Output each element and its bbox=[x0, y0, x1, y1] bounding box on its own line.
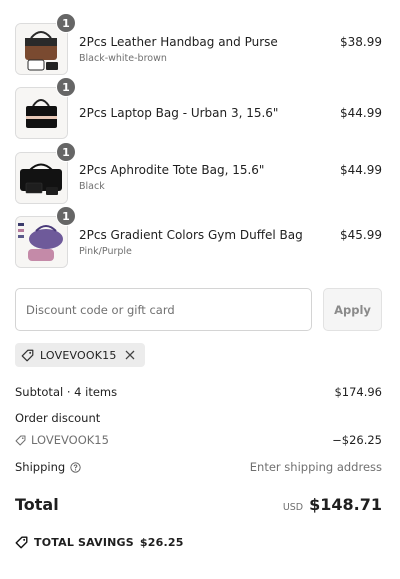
product-thumbnail: 1 bbox=[15, 13, 76, 75]
product-thumbnail: 1 bbox=[15, 206, 76, 268]
item-price: $38.99 bbox=[340, 35, 382, 49]
total-row: Total USD $148.71 bbox=[15, 495, 382, 514]
subtotal-label: Subtotal · 4 items bbox=[15, 385, 118, 399]
total-value: $148.71 bbox=[309, 495, 382, 514]
item-name: 2Pcs Leather Handbag and Purse bbox=[79, 35, 278, 49]
line-item: 1 2Pcs Leather Handbag and Purse Black-w… bbox=[0, 13, 400, 77]
applied-discount-tag: LOVEVOOK15 bbox=[15, 343, 145, 367]
discount-code-text: LOVEVOOK15 bbox=[31, 433, 109, 447]
total-label: Total bbox=[15, 495, 59, 514]
applied-discount-code: LOVEVOOK15 bbox=[40, 348, 117, 362]
product-thumbnail: 1 bbox=[15, 142, 76, 204]
item-price: $44.99 bbox=[340, 106, 382, 120]
item-name: 2Pcs Laptop Bag - Urban 3, 15.6" bbox=[79, 106, 279, 120]
subtotal-value: $174.96 bbox=[334, 385, 382, 399]
apply-button[interactable]: Apply bbox=[323, 288, 382, 331]
savings-label: TOTAL SAVINGS bbox=[34, 536, 134, 549]
shipping-label: Shipping bbox=[15, 460, 66, 474]
order-discount-row: Order discount bbox=[15, 411, 382, 425]
close-icon[interactable] bbox=[123, 348, 137, 362]
item-name: 2Pcs Aphrodite Tote Bag, 15.6" bbox=[79, 163, 265, 177]
total-savings: TOTAL SAVINGS $26.25 bbox=[15, 536, 184, 549]
discount-code-line: LOVEVOOK15 bbox=[15, 433, 109, 447]
line-item: 1 2Pcs Gradient Colors Gym Duffel Bag Pi… bbox=[0, 206, 400, 270]
item-variant: Black bbox=[79, 181, 105, 192]
duffel-bag-image bbox=[16, 217, 67, 267]
order-discount-label: Order discount bbox=[15, 411, 101, 425]
item-variant: Pink/Purple bbox=[79, 246, 132, 257]
shipping-label-wrap: Shipping bbox=[15, 460, 81, 474]
subtotal-row: Subtotal · 4 items $174.96 bbox=[15, 385, 382, 399]
item-price: $45.99 bbox=[340, 228, 382, 242]
quantity-badge: 1 bbox=[56, 142, 76, 162]
shipping-row: Shipping Enter shipping address bbox=[15, 460, 382, 474]
quantity-badge: 1 bbox=[56, 77, 76, 97]
discount-code-row: LOVEVOOK15 −$26.25 bbox=[15, 433, 382, 447]
shipping-value: Enter shipping address bbox=[249, 460, 382, 474]
discount-code-input[interactable] bbox=[15, 288, 312, 331]
item-variant: Black-white-brown bbox=[79, 53, 167, 64]
help-circle-icon[interactable] bbox=[70, 461, 81, 473]
handbag-image bbox=[16, 24, 67, 74]
laptop-bag-image bbox=[16, 88, 67, 138]
total-amount: USD $148.71 bbox=[283, 495, 382, 514]
quantity-badge: 1 bbox=[56, 206, 76, 226]
tag-icon bbox=[15, 435, 26, 446]
line-item: 1 2Pcs Laptop Bag - Urban 3, 15.6" $44.9… bbox=[0, 77, 400, 141]
quantity-badge: 1 bbox=[56, 13, 76, 33]
item-name: 2Pcs Gradient Colors Gym Duffel Bag bbox=[79, 228, 303, 242]
currency-code: USD bbox=[282, 502, 304, 513]
tag-icon bbox=[21, 349, 34, 362]
tag-icon bbox=[15, 536, 28, 549]
item-price: $44.99 bbox=[340, 163, 382, 177]
savings-value: $26.25 bbox=[139, 536, 184, 549]
line-item: 1 2Pcs Aphrodite Tote Bag, 15.6" Black $… bbox=[0, 142, 400, 206]
tote-bag-image bbox=[16, 153, 67, 203]
discount-value: −$26.25 bbox=[332, 433, 382, 447]
product-thumbnail: 1 bbox=[15, 77, 76, 139]
